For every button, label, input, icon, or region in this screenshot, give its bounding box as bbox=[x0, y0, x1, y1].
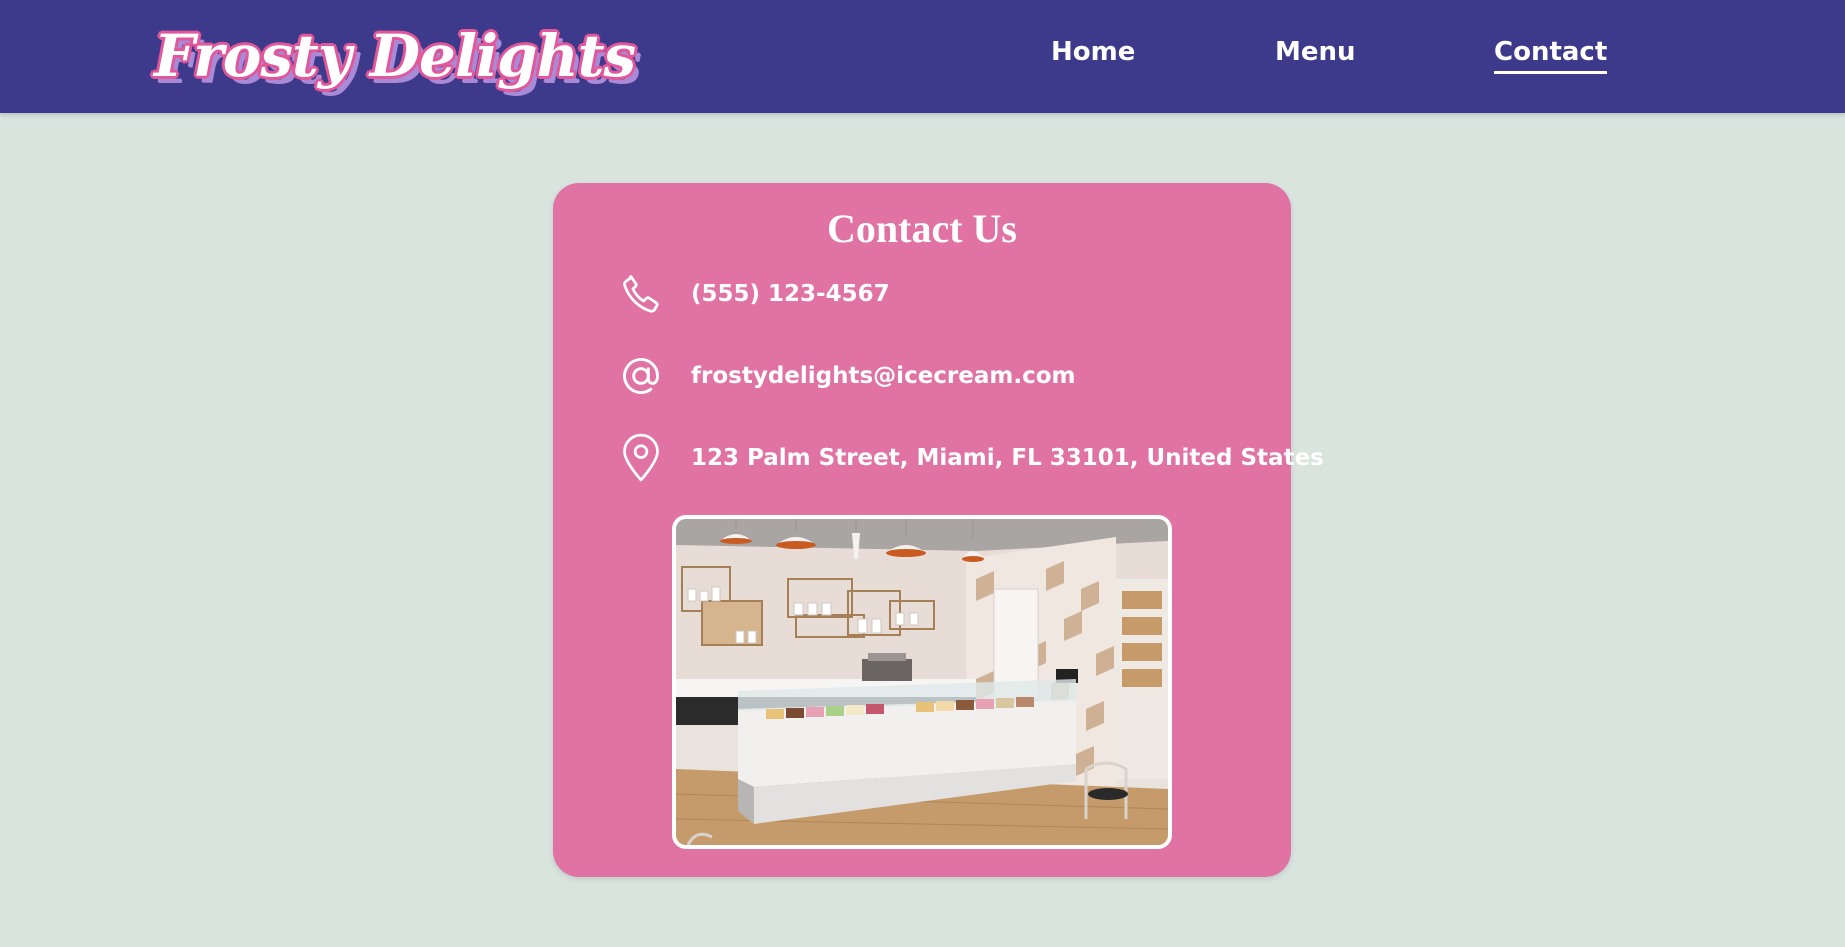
nav-link-menu[interactable]: Menu bbox=[1275, 37, 1356, 67]
at-sign-icon bbox=[619, 351, 663, 401]
map-pin-icon bbox=[619, 433, 663, 483]
contact-phone-row: (555) 123-4567 bbox=[619, 266, 890, 322]
contact-address: 123 Palm Street, Miami, FL 33101, United… bbox=[691, 445, 1324, 471]
shop-photo bbox=[672, 515, 1172, 849]
top-navbar: Frosty Delights Home Menu Contact bbox=[0, 0, 1845, 113]
contact-address-row: 123 Palm Street, Miami, FL 33101, United… bbox=[619, 430, 1324, 486]
contact-card: Contact Us (555) 123-4567 frostydelights… bbox=[553, 183, 1324, 877]
contact-email[interactable]: frostydelights@icecream.com bbox=[691, 363, 1076, 389]
contact-email-row: frostydelights@icecream.com bbox=[619, 348, 1076, 404]
nav-link-contact[interactable]: Contact bbox=[1494, 37, 1608, 74]
brand-logo[interactable]: Frosty Delights bbox=[154, 8, 636, 104]
nav-link-home[interactable]: Home bbox=[1051, 37, 1135, 67]
phone-icon bbox=[619, 269, 663, 319]
contact-phone[interactable]: (555) 123-4567 bbox=[691, 281, 890, 307]
contact-title: Contact Us bbox=[827, 206, 1017, 251]
